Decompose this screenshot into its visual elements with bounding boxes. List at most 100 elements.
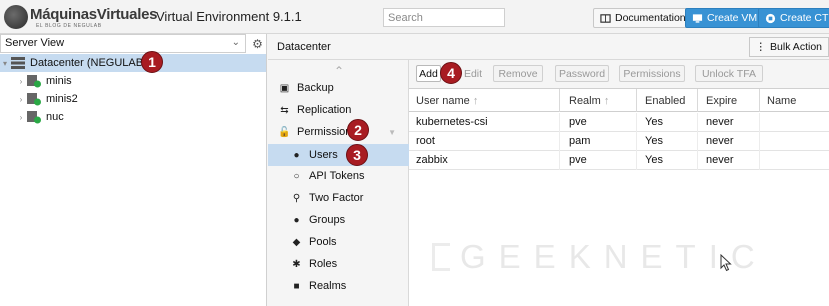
cube-icon	[765, 13, 776, 23]
column-header-realm[interactable]: Realm ↑	[569, 95, 609, 107]
tree-item-label: nuc	[46, 111, 64, 123]
chevron-down-icon[interactable]: ▼	[388, 128, 396, 137]
column-header-enabled[interactable]: Enabled	[645, 95, 685, 107]
logo-text: MáquinasVirtuales	[30, 6, 158, 23]
nav-item-label: Two Factor	[309, 192, 364, 204]
cell-enabled: Yes	[645, 116, 663, 128]
expand-icon[interactable]: ›	[16, 77, 26, 86]
nav-item-api-tokens[interactable]: ○ API Tokens	[268, 165, 409, 187]
chevron-down-icon: ⌄	[231, 37, 240, 48]
replication-icon: ⇆	[280, 104, 289, 116]
tree-item-node[interactable]: › nuc	[0, 108, 266, 126]
column-header-username[interactable]: User name ↑	[416, 95, 478, 107]
nav-item-label: Backup	[297, 82, 334, 94]
unlock-icon: 🔓	[278, 126, 291, 138]
collapse-icon[interactable]: ▾	[0, 59, 10, 68]
cell-enabled: Yes	[645, 154, 663, 166]
cell-username: root	[416, 135, 435, 147]
cell-realm: pve	[569, 154, 587, 166]
ellipsis-icon: ⋮	[755, 41, 767, 53]
cell-realm: pam	[569, 135, 591, 147]
resource-tree-panel: Server View ⌄ ⚙ ▾ Datacenter (NEGULAB) ›…	[0, 34, 267, 306]
user-outline-icon: ○	[293, 170, 300, 182]
cell-username: kubernetes-csi	[416, 116, 488, 128]
table-row[interactable]: root pam Yes never	[409, 132, 829, 151]
node-online-icon	[27, 93, 41, 106]
create-ct-label: Create CT	[780, 12, 829, 24]
edit-button[interactable]: Edit	[461, 65, 485, 82]
nav-item-label: Pools	[309, 236, 337, 248]
nav-item-label: Groups	[309, 214, 346, 226]
nav-item-replication[interactable]: ⇆ Replication	[268, 99, 409, 121]
column-header-expire[interactable]: Expire	[706, 95, 737, 107]
permissions-button[interactable]: Permissions	[619, 65, 685, 82]
tree-item-datacenter[interactable]: ▾ Datacenter (NEGULAB)	[0, 54, 266, 72]
content-title: Datacenter	[277, 41, 331, 53]
male-icon: ✱	[292, 258, 301, 270]
tree-item-node[interactable]: › minis	[0, 72, 266, 90]
bulk-action-button[interactable]: ⋮ Bulk Action	[748, 37, 829, 57]
password-button[interactable]: Password	[555, 65, 609, 82]
nav-item-users[interactable]: ● Users	[268, 144, 409, 166]
add-button[interactable]: Add	[416, 65, 441, 82]
logo-tagline: EL BLOG DE NEGULAB	[36, 23, 102, 29]
expand-icon[interactable]: ›	[16, 113, 26, 122]
create-ct-button[interactable]: Create CT	[758, 8, 829, 28]
desktop-icon	[692, 13, 703, 23]
annotation-marker-4: 4	[440, 62, 462, 84]
user-icon: ●	[293, 149, 300, 161]
cell-username: zabbix	[416, 154, 448, 166]
users-icon: ●	[293, 214, 300, 226]
view-selector-value: Server View	[5, 37, 65, 49]
tree-item-label: minis	[46, 75, 72, 87]
nav-item-label: Roles	[309, 258, 338, 270]
realm-icon: ■	[293, 280, 300, 292]
server-icon	[11, 57, 25, 69]
unlock-tfa-button[interactable]: Unlock TFA	[695, 65, 763, 82]
documentation-button[interactable]: Documentation	[593, 8, 693, 28]
nav-item-label: Replication	[297, 104, 352, 116]
book-icon	[600, 13, 611, 23]
table-row[interactable]: zabbix pve Yes never	[409, 151, 829, 170]
scroll-up-icon[interactable]: ⌃	[334, 64, 344, 78]
gear-icon[interactable]: ⚙	[249, 35, 266, 52]
column-header-name[interactable]: Name	[767, 95, 796, 107]
watermark: GEEKNETIC	[432, 238, 768, 276]
nav-item-two-factor[interactable]: ⚲ Two Factor	[268, 187, 409, 209]
top-bar: MáquinasVirtuales EL BLOG DE NEGULAB Vir…	[0, 0, 829, 34]
nav-item-permissions[interactable]: 🔓 Permissions ▼	[268, 121, 409, 143]
tree-item-node[interactable]: › minis2	[0, 90, 266, 108]
annotation-marker-1: 1	[141, 51, 163, 73]
grid-header: User name ↑ Realm ↑ Enabled Expire Name	[409, 89, 829, 112]
nav-item-groups[interactable]: ● Groups	[268, 209, 409, 231]
documentation-label: Documentation	[615, 12, 686, 24]
annotation-marker-2: 2	[347, 119, 369, 141]
tree-item-label: minis2	[46, 93, 78, 105]
node-online-icon	[27, 111, 41, 124]
view-selector[interactable]: Server View ⌄	[0, 34, 246, 53]
expand-icon[interactable]: ›	[16, 95, 26, 104]
remove-button[interactable]: Remove	[493, 65, 543, 82]
nav-item-backup[interactable]: ▣ Backup	[268, 77, 409, 99]
nav-item-pools[interactable]: ◆ Pools	[268, 231, 409, 253]
cell-expire: never	[706, 135, 734, 147]
node-online-icon	[27, 75, 41, 88]
key-icon: ⚲	[292, 192, 301, 204]
cell-expire: never	[706, 116, 734, 128]
nav-item-label: API Tokens	[309, 170, 365, 182]
content-header: Datacenter ⋮ Bulk Action	[268, 34, 829, 60]
create-vm-button[interactable]: Create VM	[685, 8, 765, 28]
app-title: Virtual Environment 9.1.1	[156, 9, 302, 24]
nav-item-roles[interactable]: ✱ Roles	[268, 253, 409, 275]
nav-item-label: Realms	[309, 280, 347, 292]
datacenter-nav: ⌃ ▣ Backup ⇆ Replication 🔓 Permissions ▼…	[268, 60, 409, 306]
watermark-logo	[432, 243, 450, 271]
bulk-action-label: Bulk Action	[770, 41, 822, 53]
tags-icon: ◆	[292, 236, 301, 248]
logo-mark	[4, 5, 28, 29]
search-input[interactable]	[383, 8, 505, 27]
nav-item-realms[interactable]: ■ Realms	[268, 275, 409, 297]
tree-item-label: Datacenter (NEGULAB)	[30, 57, 147, 69]
nav-item-label: Users	[309, 149, 338, 161]
table-row[interactable]: kubernetes-csi pve Yes never	[409, 113, 829, 132]
